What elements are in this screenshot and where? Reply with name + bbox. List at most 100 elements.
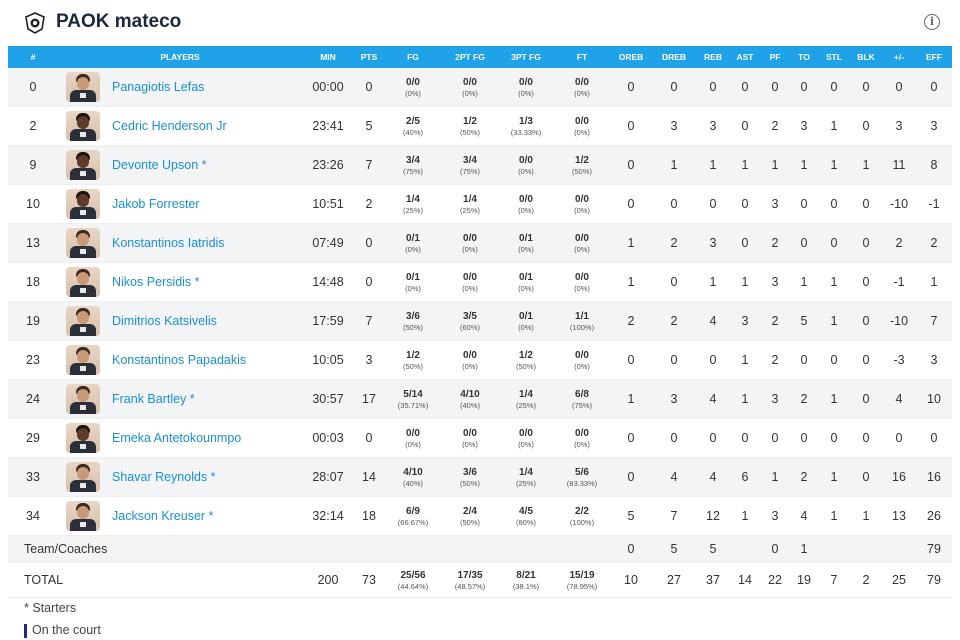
fg2-made-attempted: 1/4	[463, 193, 477, 205]
fg3-percentage: (0%)	[518, 244, 534, 254]
table-header-row: # PLAYERS MIN PTS FG 2PT FG 3PT FG FT OREB DREB RE…	[8, 46, 952, 68]
stat-oreb: 0	[610, 340, 652, 380]
player-avatar[interactable]	[66, 306, 100, 336]
ft: 0/0 (0%)	[554, 262, 610, 302]
player-name-link[interactable]: Shavar Reynolds *	[112, 470, 216, 484]
player-avatar[interactable]	[66, 228, 100, 258]
fg: 25/56 (44.64%)	[384, 562, 442, 598]
fg2-made-attempted: 1/2	[463, 115, 477, 127]
minutes: 07:49	[302, 223, 354, 263]
stat-stl: 1	[818, 262, 850, 302]
fg3-made-attempted: 0/0	[519, 76, 533, 88]
fg: 0/0 (0%)	[384, 418, 442, 458]
fg-percentage: (0%)	[405, 439, 421, 449]
player-avatar[interactable]	[66, 72, 100, 102]
ft-made-attempted: 0/0	[575, 115, 589, 127]
player-avatar[interactable]	[66, 189, 100, 219]
column-header: 3PT FG	[498, 46, 554, 68]
jersey-number: 29	[8, 418, 58, 458]
stat-dreb: 2	[652, 223, 696, 263]
fg3: 0/0 (0%)	[498, 418, 554, 458]
stat-dreb: 4	[652, 457, 696, 497]
player-name-link[interactable]: Devonte Upson *	[112, 158, 207, 172]
ft: 15/19 (78.95%)	[554, 562, 610, 598]
column-header: FT	[554, 46, 610, 68]
box-score-card: PAOK mateco i # PLAYERS MIN PTS FG 2PT FG 3PT …	[8, 0, 952, 640]
team-header: PAOK mateco i	[8, 0, 952, 46]
stat-ast: 6	[730, 457, 760, 497]
player-name-link[interactable]: Emeka Antetokounmpo	[112, 431, 241, 445]
player-avatar[interactable]	[66, 267, 100, 297]
fg-percentage: (25%)	[402, 205, 423, 215]
stat-eff: 3	[916, 106, 952, 146]
fg3-percentage: (80%)	[515, 517, 536, 527]
jersey-number: 23	[8, 340, 58, 380]
jersey-number: 33	[8, 457, 58, 497]
stat-dreb: 5	[652, 535, 696, 563]
ft-percentage: (0%)	[574, 205, 590, 215]
player-name-link[interactable]: Jackson Kreuser *	[112, 509, 213, 523]
fg3-percentage: (0%)	[518, 322, 534, 332]
player-avatar[interactable]	[66, 423, 100, 453]
stat-oreb: 10	[610, 562, 652, 598]
player-cell: Jackson Kreuser *	[58, 496, 302, 536]
fg3-made-attempted: 0/0	[519, 154, 533, 166]
stat-reb: 4	[696, 379, 730, 419]
info-icon[interactable]: i	[924, 14, 940, 30]
ft: 0/0 (0%)	[554, 418, 610, 458]
fg2-made-attempted: 0/0	[463, 427, 477, 439]
fg3: 0/1 (0%)	[498, 301, 554, 341]
fg-made-attempted: 0/1	[406, 271, 420, 283]
player-name-link[interactable]: Jakob Forrester	[112, 197, 200, 211]
player-avatar[interactable]	[66, 462, 100, 492]
stat-oreb: 1	[610, 223, 652, 263]
player-row: 18 Nikos Persidis * 14:48 0 0/1 (0%) 0/0 (0%) 0/…	[8, 262, 952, 302]
minutes: 32:14	[302, 496, 354, 536]
fg3-percentage: (0%)	[518, 439, 534, 449]
ft-made-attempted: 0/0	[575, 349, 589, 361]
stat-reb: 1	[696, 262, 730, 302]
ft-percentage: (0%)	[574, 283, 590, 293]
player-avatar[interactable]	[66, 384, 100, 414]
stat-stl: 1	[818, 106, 850, 146]
ft-made-attempted: 0/0	[575, 193, 589, 205]
ft-percentage: (83.33%)	[566, 478, 598, 488]
jersey-number: 24	[8, 379, 58, 419]
fg2-percentage: (50%)	[459, 127, 480, 137]
player-avatar[interactable]	[66, 345, 100, 375]
stat-stl: 1	[818, 379, 850, 419]
minutes: 23:26	[302, 145, 354, 185]
stat-dreb: 0	[652, 418, 696, 458]
player-avatar[interactable]	[66, 501, 100, 531]
fg2: 0/0 (0%)	[442, 418, 498, 458]
player-name-link[interactable]: Frank Bartley *	[112, 392, 195, 406]
stat-reb: 1	[696, 145, 730, 185]
fg3-percentage: (50%)	[515, 361, 536, 371]
player-row: 10 Jakob Forrester 10:51 2 1/4 (25%) 1/4 (25%) 0…	[8, 184, 952, 224]
stat-pm: 2	[882, 223, 916, 263]
fg-percentage: (66.67%)	[397, 517, 429, 527]
fg2-percentage: (50%)	[459, 517, 480, 527]
player-name-link[interactable]: Konstantinos Papadakis	[112, 353, 246, 367]
points: 2	[354, 184, 384, 224]
player-name-link[interactable]: Cedric Henderson Jr	[112, 119, 227, 133]
player-cell: Jakob Forrester	[58, 184, 302, 224]
player-name-link[interactable]: Konstantinos Iatridis	[112, 236, 225, 250]
minutes: 10:05	[302, 340, 354, 380]
stat-to: 1	[790, 535, 818, 563]
fg2-made-attempted: 0/0	[463, 271, 477, 283]
player-avatar[interactable]	[66, 150, 100, 180]
player-name-link[interactable]: Panagiotis Lefas	[112, 80, 204, 94]
player-cell: Cedric Henderson Jr	[58, 106, 302, 146]
player-name-link[interactable]: Nikos Persidis *	[112, 275, 200, 289]
player-name-link[interactable]: Dimitrios Katsivelis	[112, 314, 217, 328]
player-cell: Panagiotis Lefas	[58, 68, 302, 107]
fg-made-attempted: 0/0	[406, 427, 420, 439]
player-row: 9 Devonte Upson * 23:26 7 3/4 (75%) 3/4 (75%) 0/…	[8, 145, 952, 185]
ft-made-attempted: 1/1	[575, 310, 589, 322]
player-avatar[interactable]	[66, 111, 100, 141]
fg: 6/9 (66.67%)	[384, 496, 442, 536]
fg-percentage: (50%)	[402, 322, 423, 332]
fg2-made-attempted: 2/4	[463, 505, 477, 517]
minutes: 14:48	[302, 262, 354, 302]
